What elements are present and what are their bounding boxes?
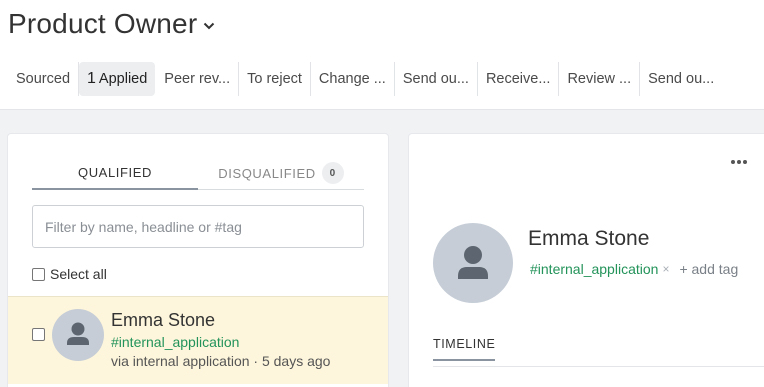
candidate-list-panel: QUALIFIED DISQUALIFIED 0 Select all Emma…	[8, 134, 388, 387]
disqualified-count-badge: 0	[321, 162, 344, 184]
header: Product Owner Sourced 1 Applied Peer rev...…	[0, 0, 764, 110]
tab-timeline[interactable]: TIMELINE	[433, 337, 496, 361]
avatar	[52, 309, 104, 361]
person-icon	[458, 246, 488, 279]
tag-remove-icon[interactable]: ×	[662, 262, 669, 276]
profile-tag[interactable]: #internal_application	[530, 261, 658, 277]
select-all-label: Select all	[50, 266, 107, 282]
profile-tags: #internal_application × + add tag	[530, 261, 738, 277]
stage-label: Change ...	[318, 71, 386, 87]
more-horizontal-icon[interactable]	[727, 156, 751, 168]
candidate-checkbox[interactable]	[32, 328, 45, 341]
tab-qualified-label: QUALIFIED	[77, 164, 153, 180]
stage-tab[interactable]: Send ou...	[395, 62, 478, 96]
candidate-profile-panel: Emma Stone #internal_application × + add…	[409, 134, 764, 387]
person-icon	[67, 322, 89, 345]
profile-name: Emma Stone	[528, 227, 650, 250]
stage-label: Send ou...	[402, 71, 469, 87]
list-tabs: QUALIFIED DISQUALIFIED 0	[32, 156, 364, 190]
stage-tab[interactable]: Review ...	[559, 62, 641, 96]
stage-tab[interactable]: 1 Applied	[79, 62, 156, 96]
select-all-checkbox[interactable]	[32, 267, 45, 281]
stage-label: Receive...	[485, 71, 551, 87]
stage-tab[interactable]: Sourced	[8, 62, 80, 96]
add-tag-button[interactable]: + add tag	[679, 261, 738, 277]
pipeline-stages: Sourced 1 Applied Peer rev... To reject Chang…	[8, 62, 722, 96]
tab-disqualified-label: DISQUALIFIED	[218, 165, 316, 181]
candidate-meta: via internal application · 5 days ago	[111, 353, 331, 369]
candidate-tag[interactable]: #internal_application	[111, 334, 239, 350]
stage-label: Review ...	[567, 71, 632, 87]
stage-count: 1	[87, 70, 96, 87]
stage-tab[interactable]: To reject	[239, 62, 311, 96]
select-all[interactable]: Select all	[32, 266, 107, 282]
filter-input[interactable]	[32, 205, 364, 248]
tab-divider	[433, 366, 764, 367]
job-title-dropdown[interactable]: Product Owner	[8, 8, 215, 40]
tab-qualified[interactable]: QUALIFIED	[32, 156, 198, 190]
chevron-down-icon	[203, 17, 215, 35]
stage-tab[interactable]: Change ...	[311, 62, 395, 96]
stage-label: Sourced	[16, 71, 71, 87]
stage-tab[interactable]: Peer rev...	[156, 62, 240, 96]
list-item[interactable]: Emma Stone #internal_application via int…	[8, 296, 388, 384]
tab-disqualified[interactable]: DISQUALIFIED 0	[198, 156, 364, 190]
stage-label: Send ou...	[648, 71, 715, 87]
job-title: Product Owner	[8, 8, 198, 39]
avatar	[433, 223, 513, 303]
stage-tab[interactable]: Receive...	[478, 62, 560, 96]
stage-label: To reject	[247, 71, 302, 87]
candidate-name: Emma Stone	[111, 310, 216, 330]
stage-label: Applied	[98, 71, 148, 87]
stage-label: Peer rev...	[164, 71, 231, 87]
stage-tab[interactable]: Send ou...	[640, 62, 722, 96]
